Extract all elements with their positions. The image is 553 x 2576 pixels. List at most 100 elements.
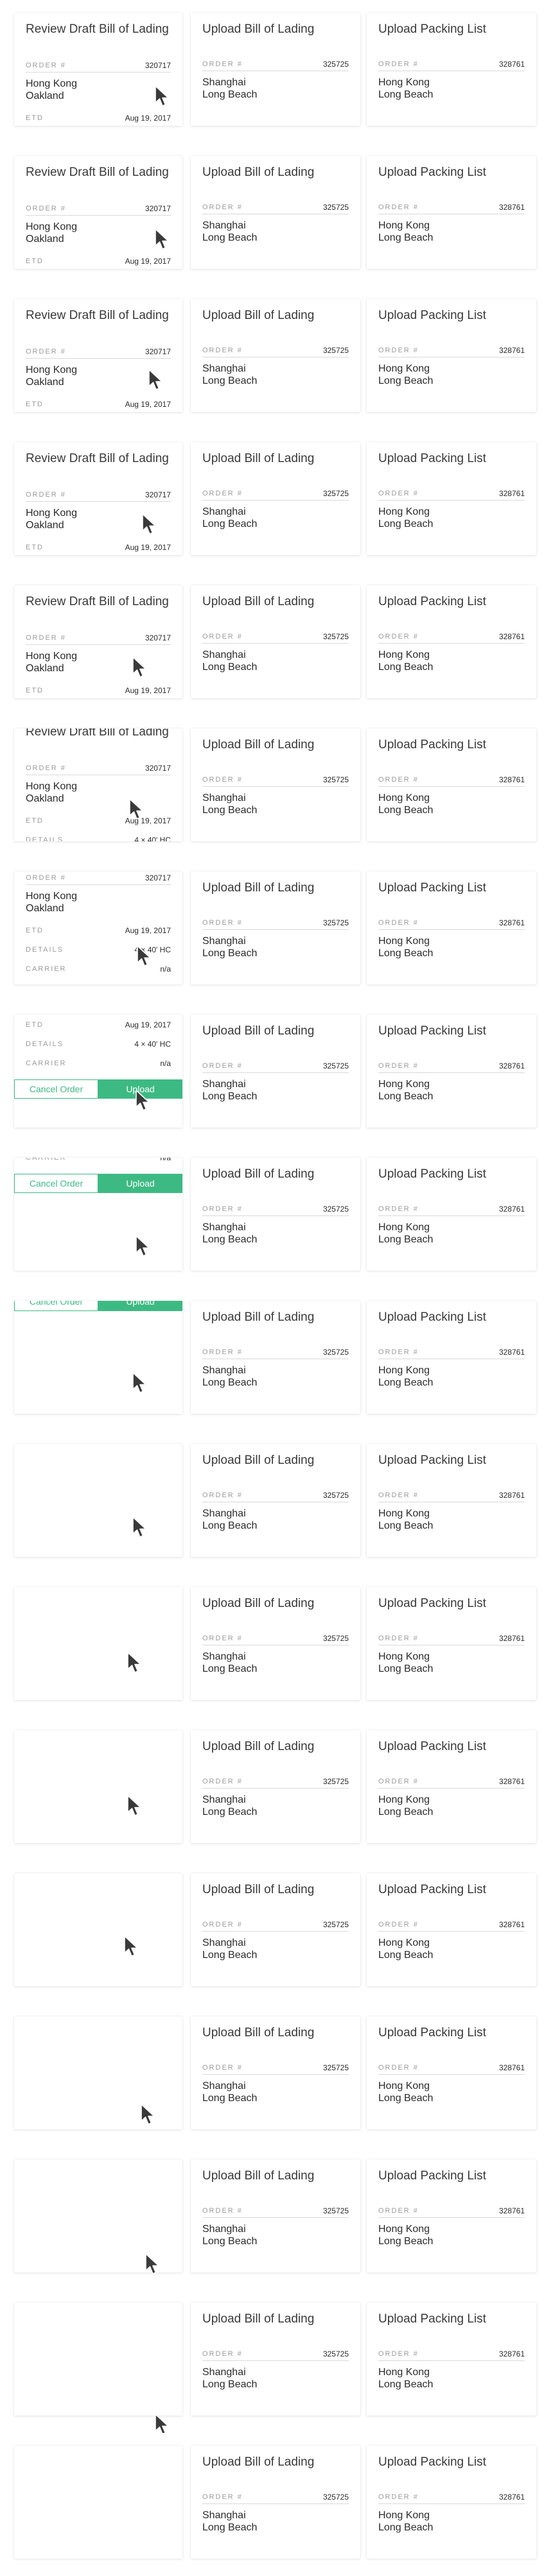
cancel-order-button[interactable]: Cancel Order: [14, 1079, 98, 1099]
task-card-upload-packing-list[interactable]: Upload Packing List ORDER # 328761 Hong …: [367, 156, 536, 269]
order-label: ORDER #: [378, 60, 419, 68]
task-card-upload-bol[interactable]: Upload Bill of Lading ORDER # 325725 Sha…: [191, 1873, 360, 1986]
card-content: Review Draft Bill of Lading ORDER # 3207…: [14, 585, 182, 698]
task-card-upload-packing-list[interactable]: Upload Packing List ORDER # 328761 Hong …: [367, 2016, 536, 2129]
task-card-upload-packing-list[interactable]: Upload Packing List ORDER # 328761 Hong …: [367, 585, 536, 698]
order-number: 325725: [322, 1490, 349, 1500]
task-card-review-draft-bol[interactable]: Review Draft Bill of Lading ORDER # 3207…: [14, 13, 182, 126]
task-card-upload-packing-list[interactable]: Upload Packing List ORDER # 328761 Hong …: [367, 1444, 536, 1557]
detail-value: 4 × 40' HC: [134, 836, 171, 841]
task-card-upload-bol[interactable]: Upload Bill of Lading ORDER # 325725 Sha…: [191, 1587, 360, 1700]
task-card-upload-bol[interactable]: Upload Bill of Lading ORDER # 325725 Sha…: [191, 728, 360, 841]
cancel-order-button[interactable]: Cancel Order: [14, 1301, 98, 1311]
task-card-review-draft-bol[interactable]: Review Draft Bill of Lading ORDER # 3207…: [14, 2303, 182, 2416]
card-title: Upload Packing List: [378, 166, 486, 179]
order-row: ORDER # 328761: [378, 1488, 525, 1502]
order-row: ORDER # 328761: [378, 1631, 525, 1645]
order-row: ORDER # 320717: [26, 761, 171, 775]
task-card-upload-packing-list[interactable]: Upload Packing List ORDER # 328761 Hong …: [367, 1730, 536, 1843]
task-card-review-draft-bol[interactable]: Review Draft Bill of Lading ORDER # 3207…: [14, 1730, 182, 1843]
task-card-review-draft-bol[interactable]: Review Draft Bill of Lading ORDER # 3207…: [14, 1015, 182, 1128]
task-card-upload-bol[interactable]: Upload Bill of Lading ORDER # 325725 Sha…: [191, 2446, 360, 2559]
card-title: Review Draft Bill of Lading: [26, 166, 169, 179]
task-card-upload-packing-list[interactable]: Upload Packing List ORDER # 328761 Hong …: [367, 1158, 536, 1271]
order-label: ORDER #: [378, 203, 419, 211]
order-row: ORDER # 328761: [378, 916, 525, 930]
task-card-review-draft-bol[interactable]: Review Draft Bill of Lading ORDER # 3207…: [14, 1158, 182, 1271]
task-card-upload-bol[interactable]: Upload Bill of Lading ORDER # 325725 Sha…: [191, 13, 360, 126]
task-card-review-draft-bol[interactable]: Review Draft Bill of Lading ORDER # 3207…: [14, 1444, 182, 1557]
task-card-upload-bol[interactable]: Upload Bill of Lading ORDER # 325725 Sha…: [191, 156, 360, 269]
task-card-upload-bol[interactable]: Upload Bill of Lading ORDER # 325725 Sha…: [191, 2303, 360, 2416]
task-card-upload-packing-list[interactable]: Upload Packing List ORDER # 328761 Hong …: [367, 1301, 536, 1414]
task-card-upload-bol[interactable]: Upload Bill of Lading ORDER # 325725 Sha…: [191, 2160, 360, 2272]
detail-row-details: DETAILS 4 × 40' HC: [26, 940, 171, 959]
task-card-review-draft-bol[interactable]: Review Draft Bill of Lading ORDER # 3207…: [14, 299, 182, 412]
detail-row-etd: ETD Aug 19, 2017: [26, 1015, 171, 1035]
task-card-upload-packing-list[interactable]: Upload Packing List ORDER # 328761 Hong …: [367, 872, 536, 984]
order-number: 325725: [322, 1061, 349, 1070]
destination: Long Beach: [202, 2236, 258, 2247]
frame: Review Draft Bill of Lading ORDER # 3207…: [0, 1717, 553, 1860]
task-card-upload-packing-list[interactable]: Upload Packing List ORDER # 328761 Hong …: [367, 442, 536, 555]
task-card-review-draft-bol[interactable]: Review Draft Bill of Lading ORDER # 3207…: [14, 2016, 182, 2129]
task-card-upload-bol[interactable]: Upload Bill of Lading ORDER # 325725 Sha…: [191, 299, 360, 412]
order-row: ORDER # 320717: [26, 58, 171, 73]
task-card-review-draft-bol[interactable]: Review Draft Bill of Lading ORDER # 3207…: [14, 1301, 182, 1414]
destination: Long Beach: [378, 1663, 434, 1674]
detail-row-carrier: CARRIER n/a: [26, 1158, 171, 1167]
frame: Review Draft Bill of Lading ORDER # 3207…: [0, 2290, 553, 2433]
destination: Long Beach: [378, 375, 434, 386]
order-label: ORDER #: [26, 873, 66, 882]
task-card-upload-packing-list[interactable]: Upload Packing List ORDER # 328761 Hong …: [367, 1587, 536, 1700]
task-card-upload-bol[interactable]: Upload Bill of Lading ORDER # 325725 Sha…: [191, 872, 360, 984]
task-card-upload-packing-list[interactable]: Upload Packing List ORDER # 328761 Hong …: [367, 299, 536, 412]
task-card-review-draft-bol[interactable]: Review Draft Bill of Lading ORDER # 3207…: [14, 872, 182, 984]
upload-button[interactable]: Upload: [98, 1301, 182, 1311]
origin: Hong Kong: [378, 2510, 430, 2521]
order-label: ORDER #: [202, 346, 243, 354]
task-card-review-draft-bol[interactable]: Review Draft Bill of Lading ORDER # 3207…: [14, 1873, 182, 1986]
order-label: ORDER #: [378, 2349, 419, 2358]
destination: Long Beach: [378, 232, 434, 243]
upload-button[interactable]: Upload: [98, 1174, 182, 1193]
task-card-upload-bol[interactable]: Upload Bill of Lading ORDER # 325725 Sha…: [191, 1444, 360, 1557]
card-content: Review Draft Bill of Lading ORDER # 3207…: [14, 1301, 182, 1311]
destination: Oakland: [26, 793, 64, 804]
task-card-upload-bol[interactable]: Upload Bill of Lading ORDER # 325725 Sha…: [191, 1301, 360, 1414]
task-card-upload-packing-list[interactable]: Upload Packing List ORDER # 328761 Hong …: [367, 728, 536, 841]
destination: Long Beach: [378, 2093, 434, 2104]
task-card-upload-packing-list[interactable]: Upload Packing List ORDER # 328761 Hong …: [367, 1015, 536, 1128]
order-number: 320717: [145, 490, 171, 499]
route: Hong Kong Long Beach: [378, 501, 525, 537]
task-card-upload-bol[interactable]: Upload Bill of Lading ORDER # 325725 Sha…: [191, 442, 360, 555]
origin: Hong Kong: [26, 365, 78, 375]
task-card-upload-bol[interactable]: Upload Bill of Lading ORDER # 325725 Sha…: [191, 1730, 360, 1843]
destination: Long Beach: [378, 1950, 434, 1961]
destination: Long Beach: [202, 2379, 258, 2390]
task-card-upload-bol[interactable]: Upload Bill of Lading ORDER # 325725 Sha…: [191, 585, 360, 698]
upload-button[interactable]: Upload: [98, 1079, 182, 1099]
task-card-review-draft-bol[interactable]: Review Draft Bill of Lading ORDER # 3207…: [14, 2446, 182, 2559]
task-card-upload-packing-list[interactable]: Upload Packing List ORDER # 328761 Hong …: [367, 2446, 536, 2559]
task-card-upload-bol[interactable]: Upload Bill of Lading ORDER # 325725 Sha…: [191, 1158, 360, 1271]
task-card-upload-packing-list[interactable]: Upload Packing List ORDER # 328761 Hong …: [367, 2303, 536, 2416]
card-content: Review Draft Bill of Lading ORDER # 3207…: [14, 442, 182, 555]
destination: Long Beach: [202, 1091, 258, 1102]
task-card-review-draft-bol[interactable]: Review Draft Bill of Lading ORDER # 3207…: [14, 585, 182, 698]
order-number: 328761: [498, 631, 525, 641]
task-card-upload-packing-list[interactable]: Upload Packing List ORDER # 328761 Hong …: [367, 2160, 536, 2272]
order-row: ORDER # 325725: [202, 2490, 349, 2504]
cancel-order-button[interactable]: Cancel Order: [14, 1174, 98, 1193]
card-content: Upload Bill of Lading ORDER # 325725 Sha…: [191, 1301, 360, 1395]
destination: Long Beach: [202, 805, 258, 816]
task-card-review-draft-bol[interactable]: Review Draft Bill of Lading ORDER # 3207…: [14, 156, 182, 269]
task-card-upload-packing-list[interactable]: Upload Packing List ORDER # 328761 Hong …: [367, 1873, 536, 1986]
task-card-upload-bol[interactable]: Upload Bill of Lading ORDER # 325725 Sha…: [191, 1015, 360, 1128]
task-card-review-draft-bol[interactable]: Review Draft Bill of Lading ORDER # 3207…: [14, 2160, 182, 2272]
task-card-review-draft-bol[interactable]: Review Draft Bill of Lading ORDER # 3207…: [14, 728, 182, 841]
task-card-review-draft-bol[interactable]: Review Draft Bill of Lading ORDER # 3207…: [14, 1587, 182, 1700]
task-card-upload-packing-list[interactable]: Upload Packing List ORDER # 328761 Hong …: [367, 13, 536, 126]
task-card-review-draft-bol[interactable]: Review Draft Bill of Lading ORDER # 3207…: [14, 442, 182, 555]
task-card-upload-bol[interactable]: Upload Bill of Lading ORDER # 325725 Sha…: [191, 2016, 360, 2129]
